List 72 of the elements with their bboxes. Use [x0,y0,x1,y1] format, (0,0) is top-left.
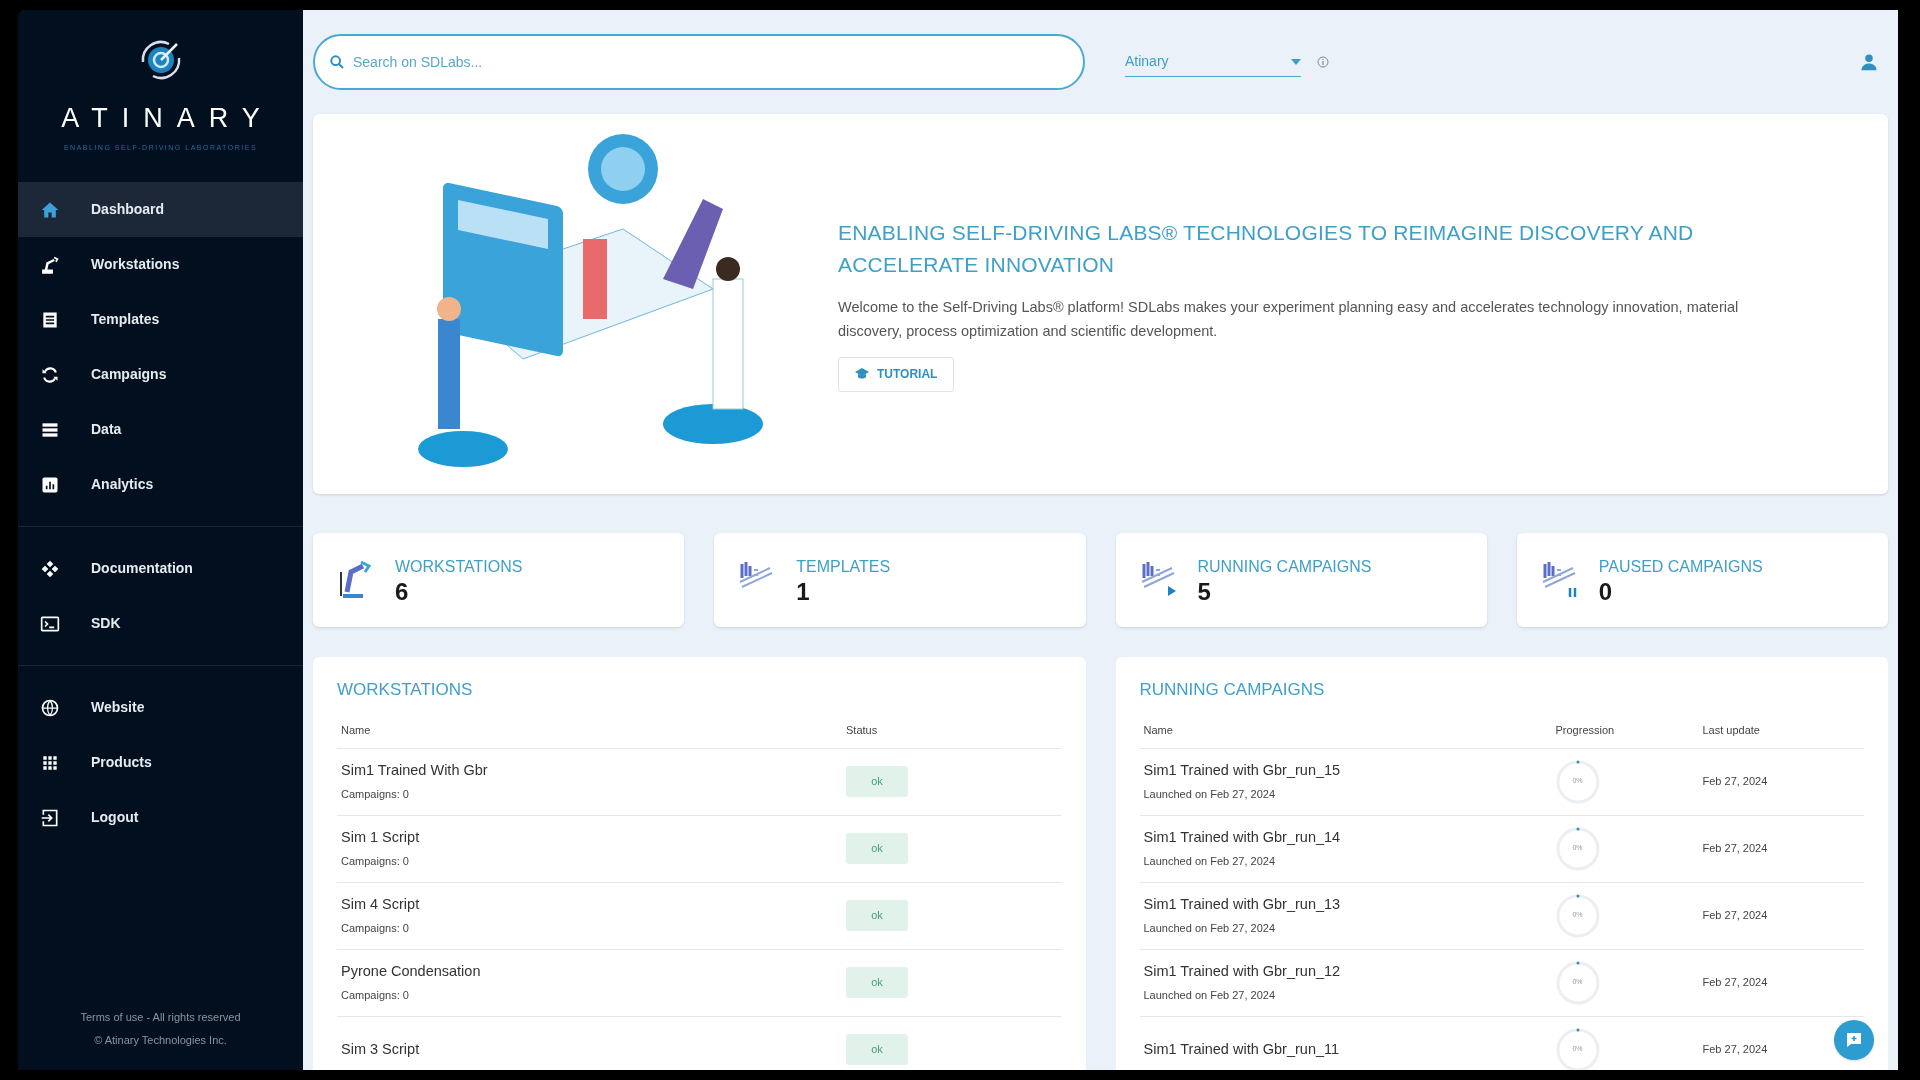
footer-text: Terms of use - All rights reserved [80,1010,241,1025]
row-subtitle: Launched on Feb 27, 2024 [1143,787,1276,803]
sidebar-item[interactable]: Data [18,402,303,457]
status-badge: ok [846,900,908,931]
row-subtitle: Campaigns: 0 [341,854,410,870]
date-text: Feb 27, 2024 [1702,774,1769,790]
tutorial-button[interactable]: TUTORIAL [838,356,955,392]
hero-description: Welcome to the Self-Driving Labs® platform! SDLabs makes your experiment planning easy and accelerates technology innovation, material discovery, process optimization and scientific development. [838,297,1740,341]
sidebar-item[interactable]: Templates [18,292,303,347]
row-title: Sim1 Trained with Gbr_run_15 [1143,761,1342,781]
status-badge: ok [846,967,908,998]
row-title: Pyrone Condensation [341,962,482,982]
row-title: Sim1 Trained with Gbr_run_11 [1143,1039,1341,1059]
row-subtitle: Launched on Feb 27, 2024 [1143,854,1276,870]
sidebar-item[interactable]: Analytics [18,457,303,512]
footer-text: © Atinary Technologies Inc. [94,1032,227,1048]
user-icon[interactable] [1860,53,1878,71]
row-title: Sim 4 Script [341,895,421,915]
status-badge: ok [846,833,908,864]
graduation-cap-icon [855,368,869,380]
chat-icon [1845,1031,1863,1049]
search-icon [329,54,345,70]
card-title: WORKSTATIONS [337,679,474,701]
stat-value: 0 [1598,579,1614,605]
status-badge: ok [846,766,908,797]
sidebar-item[interactable]: Dashboard [18,182,303,237]
diamond-nodes-icon [40,558,60,579]
row-title: Sim 3 Script [341,1039,421,1059]
row-title: Sim 1 Script [341,828,421,848]
hero-title: ENABLING SELF-DRIVING LABS® TECHNOLOGIES TO REIMAGINE DISCOVERY AND ACCELERATE INNOVATION [838,219,1695,278]
sidebar-item[interactable]: Documentation [18,541,303,596]
row-subtitle: Campaigns: 0 [341,921,410,937]
sidebar-item[interactable]: Campaigns [18,347,303,402]
row-title: Sim1 Trained with Gbr_run_13 [1143,895,1342,915]
status-badge: ok [846,1034,908,1065]
sidebar-item[interactable]: SDK [18,596,303,651]
globe-icon [40,697,60,718]
row-subtitle: Campaigns: 0 [341,988,410,1004]
row-subtitle: Campaigns: 0 [341,787,410,803]
brand-name: ATINARY [60,102,274,135]
date-text: Feb 27, 2024 [1702,975,1769,991]
column-header: Name [1143,722,1174,738]
sidebar-item[interactable]: Website [18,680,303,735]
stat-value: 6 [395,579,410,605]
stat-value: 1 [796,579,811,605]
sidebar-item[interactable]: Workstations [18,237,303,292]
stat-label: WORKSTATIONS [395,557,523,577]
row-subtitle: Launched on Feb 27, 2024 [1143,988,1276,1004]
card-title: RUNNING CAMPAIGNS [1139,679,1326,701]
date-text: Feb 27, 2024 [1702,1042,1769,1058]
search-field[interactable]: Search on SDLabs... [313,34,1085,90]
robot-arm-icon [40,254,60,275]
row-title: Sim1 Trained with Gbr_run_12 [1143,962,1342,982]
sidebar-item[interactable]: Logout [18,790,303,845]
column-header: Name [341,722,372,738]
row-title: Sim1 Trained with Gbr_run_14 [1143,828,1342,848]
date-text: Feb 27, 2024 [1702,908,1769,924]
stat-label: PAUSED CAMPAIGNS [1598,557,1763,577]
column-header: Progression [1555,722,1616,738]
sidebar-item[interactable]: Products [18,735,303,790]
caret-icon [1291,58,1301,65]
stat-value: 5 [1197,579,1212,605]
stat-label: TEMPLATES [796,557,891,577]
row-title: Sim1 Trained With Gbr [341,761,489,781]
stat-label: RUNNING CAMPAIGNS [1197,557,1372,577]
sync-icon [40,364,60,385]
logout-icon [40,807,60,828]
info-icon[interactable] [1317,56,1329,68]
date-text: Feb 27, 2024 [1702,841,1769,857]
column-header: Last update [1702,722,1761,738]
column-header: Status [846,722,879,738]
row-subtitle: Launched on Feb 27, 2024 [1143,921,1276,937]
